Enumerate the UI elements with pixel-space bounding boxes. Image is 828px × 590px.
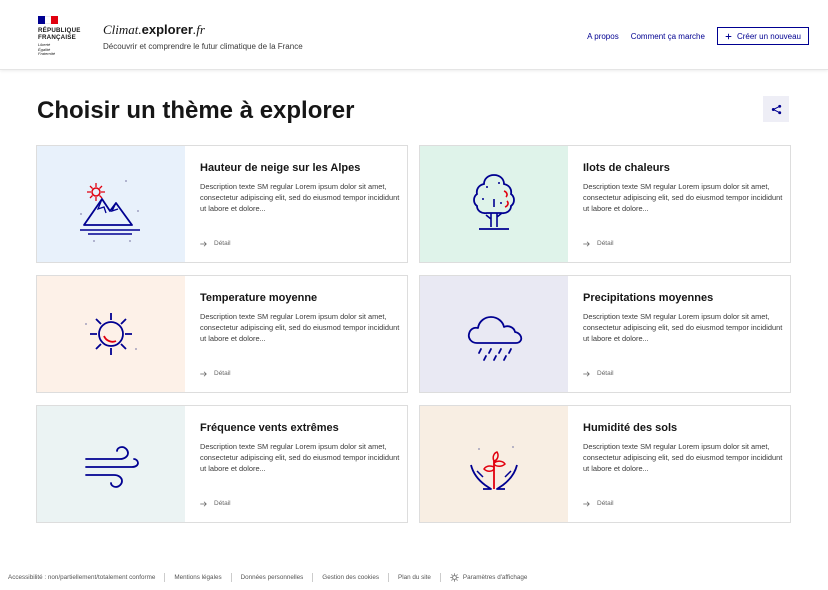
card-detail-label: Détail	[214, 370, 231, 377]
card-detail-label: Détail	[214, 240, 231, 247]
theme-card-vents[interactable]: Fréquence vents extrêmes Description tex…	[36, 405, 408, 523]
card-title: Temperature moyenne	[200, 292, 318, 304]
card-title: Hauteur de neige sur les Alpes	[200, 162, 361, 174]
create-new-button[interactable]: Créer un nouveau	[716, 27, 809, 45]
nav-about-link[interactable]: A propos	[587, 32, 619, 41]
service-tagline: Découvrir et comprendre le futur climati…	[103, 42, 303, 51]
theme-card-temperature[interactable]: Temperature moyenne Description texte SM…	[36, 275, 408, 393]
card-description: Description texte SM regular Lorem ipsum…	[200, 442, 400, 473]
card-detail-label: Détail	[597, 500, 614, 507]
service-title-pre: Climat.	[103, 22, 142, 37]
rain-cloud-icon	[467, 316, 523, 361]
create-new-label: Créer un nouveau	[736, 31, 801, 41]
theme-card-ilots[interactable]: Ilots de chaleurs Description texte SM r…	[419, 145, 791, 263]
nav-how-link[interactable]: Comment ça marche	[631, 32, 705, 41]
display-settings-label: Paramètres d'affichage	[462, 574, 528, 581]
footer-separator	[388, 573, 389, 582]
card-title: Fréquence vents extrêmes	[200, 422, 339, 434]
card-detail-link[interactable]: Détail	[200, 370, 231, 377]
motto: Liberté Égalité Fraternité	[38, 42, 88, 57]
card-detail-link[interactable]: Détail	[583, 500, 614, 507]
header-nav: A propos Comment ça marche Créer un nouv…	[587, 27, 809, 45]
arrow-right-icon	[200, 240, 207, 247]
french-flag-icon	[38, 16, 59, 24]
footer-separator	[230, 573, 232, 582]
arrow-right-icon	[200, 370, 207, 377]
share-button[interactable]	[763, 96, 789, 122]
card-detail-link[interactable]: Détail	[200, 500, 231, 507]
card-title: Precipitations moyennes	[583, 292, 714, 304]
footer-link-donnees[interactable]: Données personnelles	[241, 574, 304, 581]
service-title-bold: explorer	[141, 22, 193, 37]
tree-icon	[473, 174, 515, 230]
card-illustration	[37, 146, 185, 262]
footer-separator	[439, 573, 441, 582]
arrow-right-icon	[583, 500, 590, 507]
arrow-right-icon	[583, 370, 590, 377]
theme-card-humidite[interactable]: Humidité des sols Description texte SM r…	[419, 405, 791, 523]
theme-card-neige[interactable]: Hauteur de neige sur les Alpes Descripti…	[36, 145, 408, 263]
plus-icon	[725, 33, 732, 39]
card-description: Description texte SM regular Lorem ipsum…	[200, 182, 400, 213]
footer-link-cookies[interactable]: Gestion des cookies	[322, 574, 379, 581]
footer-link-plan[interactable]: Plan du site	[398, 574, 431, 581]
card-detail-link[interactable]: Détail	[200, 240, 231, 247]
arrow-right-icon	[200, 500, 207, 507]
card-detail-link[interactable]: Détail	[583, 370, 614, 377]
footer-display-settings[interactable]: Paramètres d'affichage	[450, 573, 527, 582]
card-illustration	[37, 276, 185, 392]
card-title: Ilots de chaleurs	[583, 162, 670, 174]
plant-hands-icon	[470, 446, 518, 490]
theme-card-precipitations[interactable]: Precipitations moyennes Description text…	[419, 275, 791, 393]
card-detail-label: Détail	[214, 500, 231, 507]
footer-link-mentions[interactable]: Mentions légales	[174, 574, 221, 581]
card-description: Description texte SM regular Lorem ipsum…	[583, 442, 783, 473]
card-illustration	[420, 276, 568, 392]
footer-separator	[312, 573, 314, 582]
card-illustration	[420, 406, 568, 522]
sun-icon	[85, 313, 137, 355]
page-title: Choisir un thème à explorer	[37, 97, 355, 124]
logo-line-2: FRANÇAISE	[38, 34, 76, 41]
card-description: Description texte SM regular Lorem ipsum…	[583, 312, 783, 343]
wind-icon	[85, 446, 139, 488]
site-footer: Accessibilité : non/partiellement/totale…	[8, 573, 527, 582]
card-detail-label: Détail	[597, 240, 614, 247]
card-illustration	[37, 406, 185, 522]
theme-settings-icon	[450, 573, 459, 582]
republique-francaise-logo[interactable]: RÉPUBLIQUE FRANÇAISE Liberté Égalité Fra…	[38, 16, 88, 57]
card-description: Description texte SM regular Lorem ipsum…	[200, 312, 400, 343]
share-icon	[771, 104, 781, 114]
card-detail-link[interactable]: Détail	[583, 240, 614, 247]
service-title: Climat.explorer.fr	[103, 22, 303, 38]
footer-separator	[164, 573, 166, 582]
site-header: RÉPUBLIQUE FRANÇAISE Liberté Égalité Fra…	[0, 0, 828, 70]
motto-fraternite: Fraternité	[38, 51, 56, 57]
card-detail-label: Détail	[597, 370, 614, 377]
mountain-sun-icon	[80, 180, 140, 242]
footer-link-accessibilite[interactable]: Accessibilité : non/partiellement/totale…	[8, 574, 155, 581]
arrow-right-icon	[583, 240, 590, 247]
service-title-post: .fr	[192, 22, 205, 37]
service-block[interactable]: Climat.explorer.fr Découvrir et comprend…	[103, 22, 303, 51]
logo-line-1: RÉPUBLIQUE	[38, 27, 81, 34]
card-illustration	[420, 146, 568, 262]
card-description: Description texte SM regular Lorem ipsum…	[583, 182, 783, 213]
card-title: Humidité des sols	[583, 422, 678, 434]
